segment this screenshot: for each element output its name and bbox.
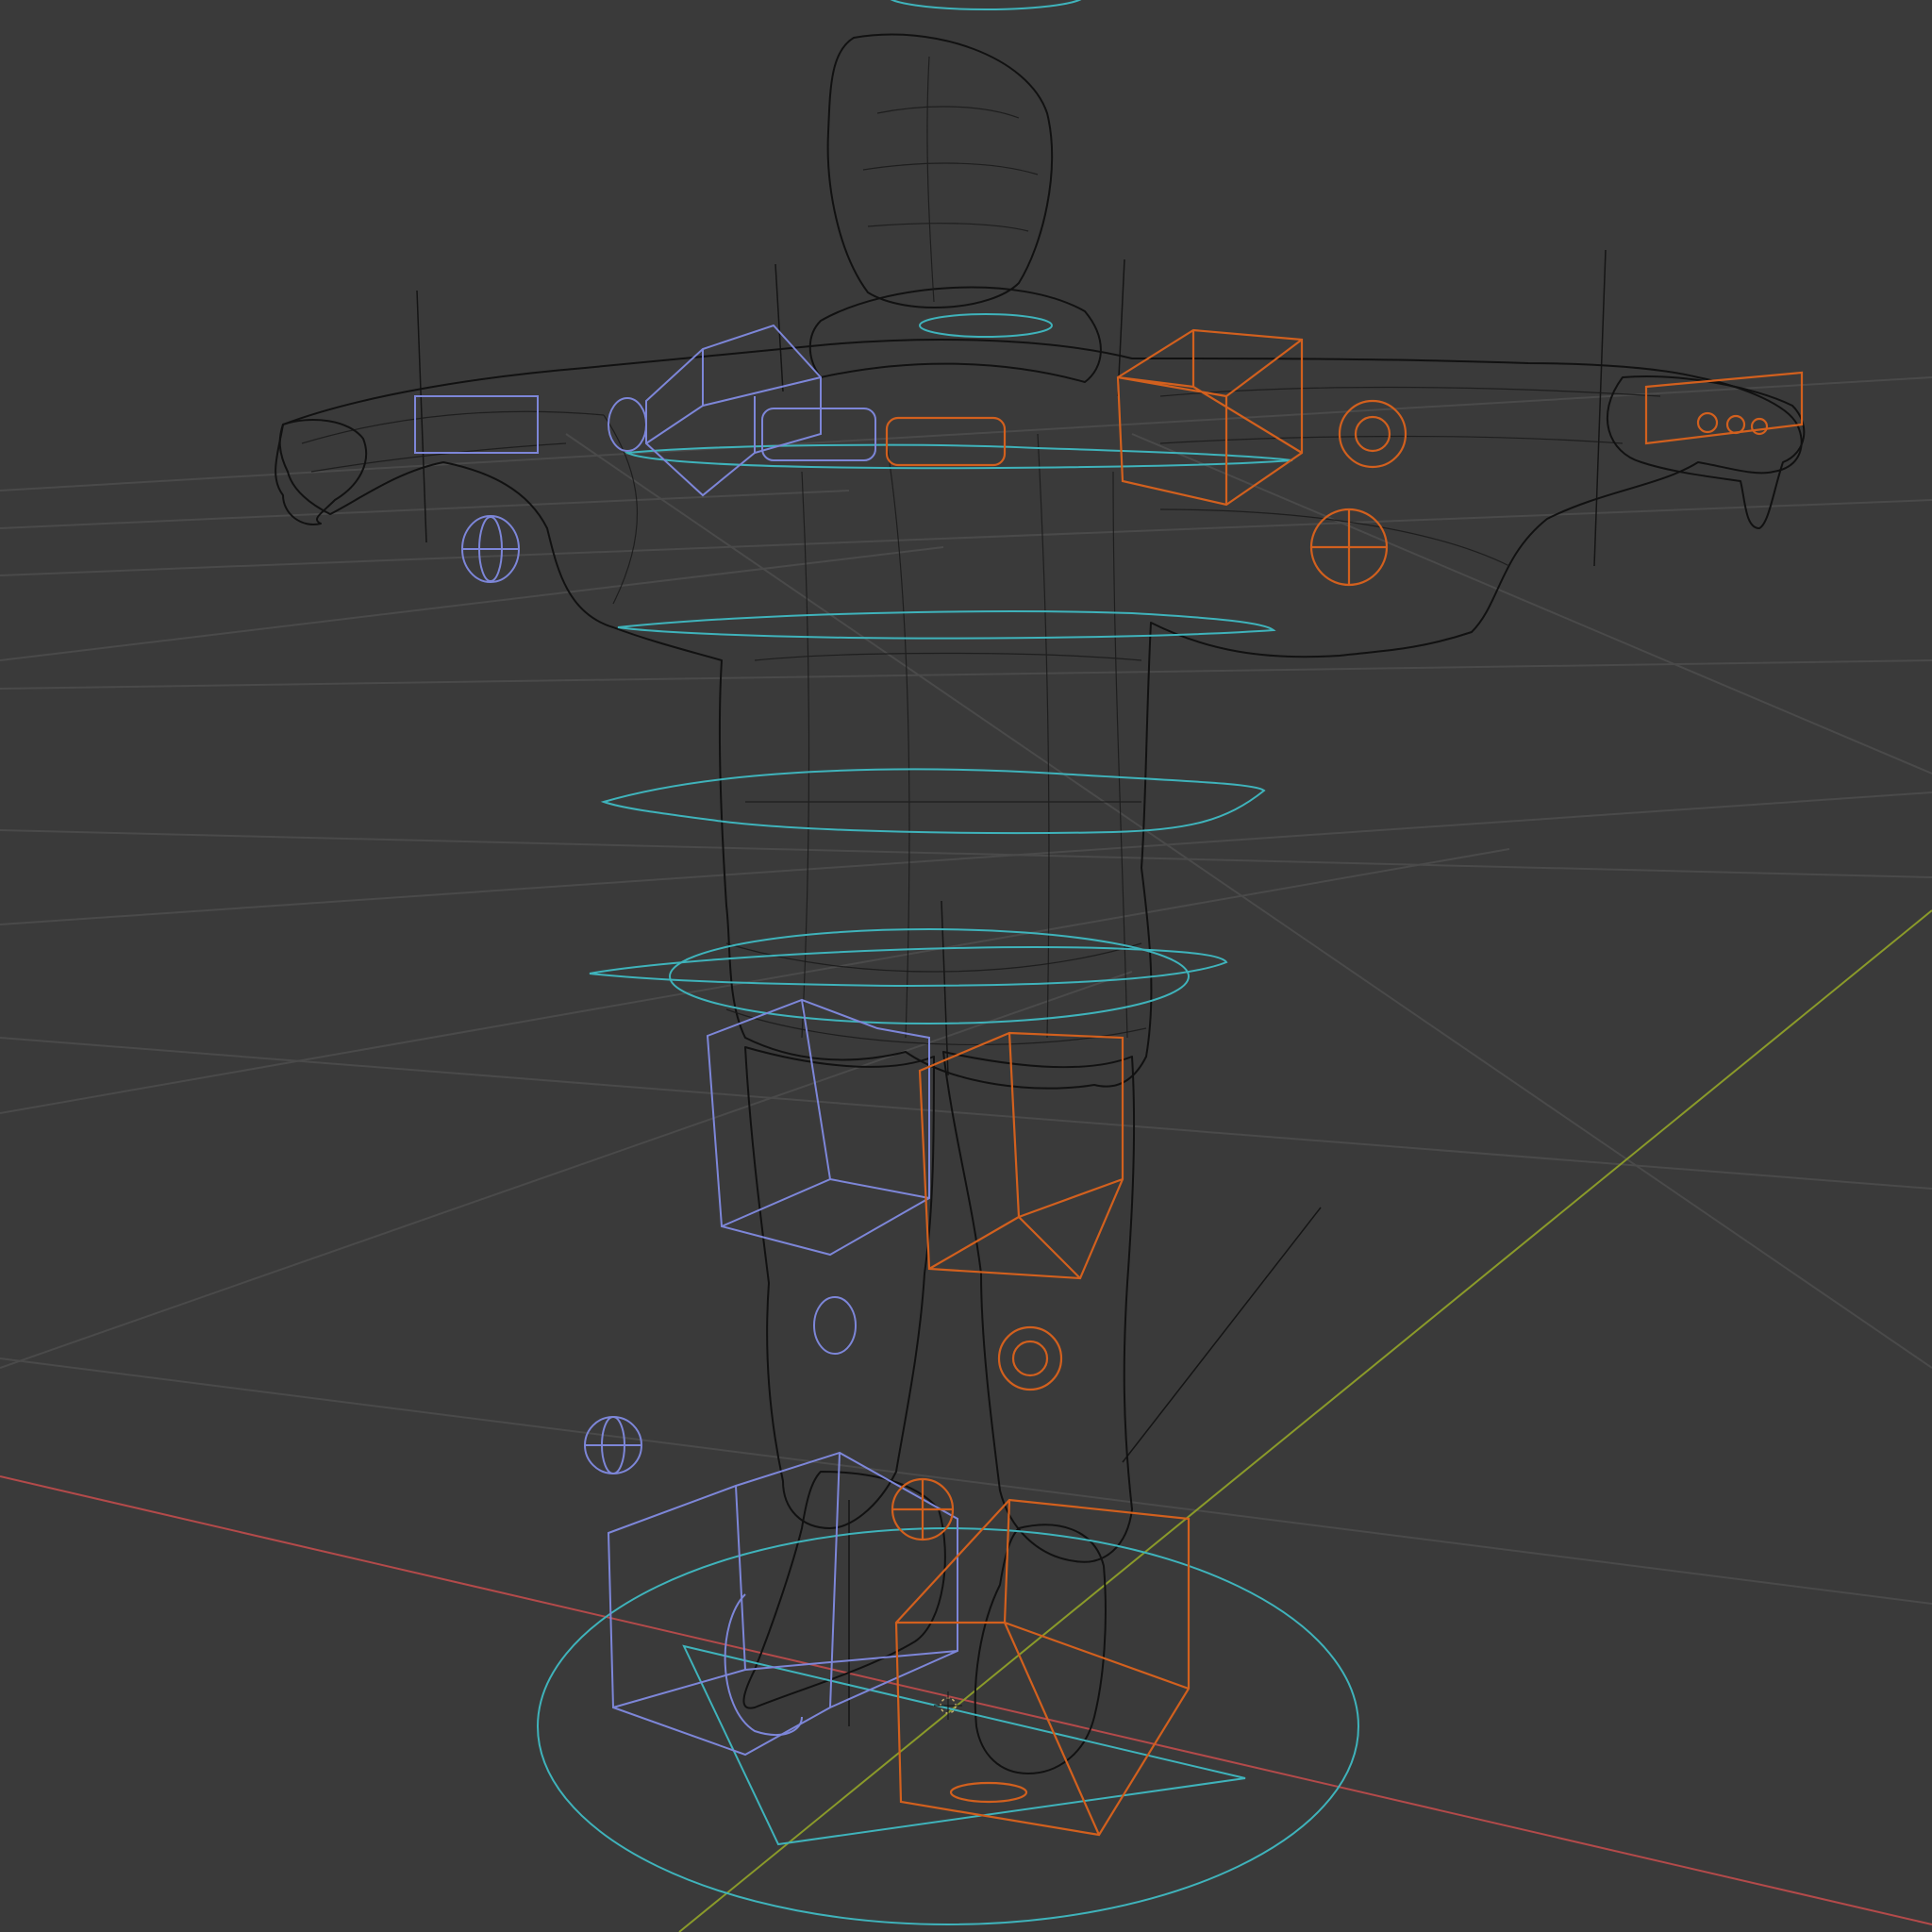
neck-control[interactable]	[919, 313, 1053, 338]
left-knee-ring[interactable]	[813, 1296, 857, 1355]
right-shoulder-box[interactable]	[1116, 328, 1304, 507]
right-heel-control[interactable]	[949, 1781, 1028, 1804]
pelvis-control[interactable]	[669, 928, 1190, 1024]
character-mesh[interactable]	[275, 33, 1806, 1774]
bone-lines	[416, 249, 1607, 1726]
waist-control[interactable]	[600, 768, 1266, 835]
left-forearm-ring[interactable]	[608, 397, 647, 452]
right-leg-mesh	[942, 1051, 1136, 1563]
root-control[interactable]	[537, 1527, 1359, 1925]
right-thigh-box[interactable]	[918, 1031, 1124, 1280]
3d-cursor-icon	[934, 1691, 962, 1720]
viewport-canvas[interactable]	[0, 0, 1932, 1932]
head-top-control[interactable]	[887, 0, 1085, 10]
left-foot-box[interactable]	[607, 1451, 958, 1757]
x-axis-line	[0, 1475, 1932, 1925]
spine-control[interactable]	[617, 610, 1276, 640]
right-side-controls[interactable]	[885, 328, 1804, 1837]
left-shoulder-box[interactable]	[645, 324, 822, 497]
3d-viewport[interactable]	[0, 0, 1932, 1932]
head-mesh	[826, 33, 1054, 309]
right-hand-ik[interactable]	[885, 416, 1007, 467]
floor-grid	[0, 376, 1932, 1605]
right-knee-ring[interactable]	[997, 1325, 1063, 1391]
left-wrist-control[interactable]	[414, 395, 539, 454]
left-thigh-box[interactable]	[706, 998, 930, 1257]
